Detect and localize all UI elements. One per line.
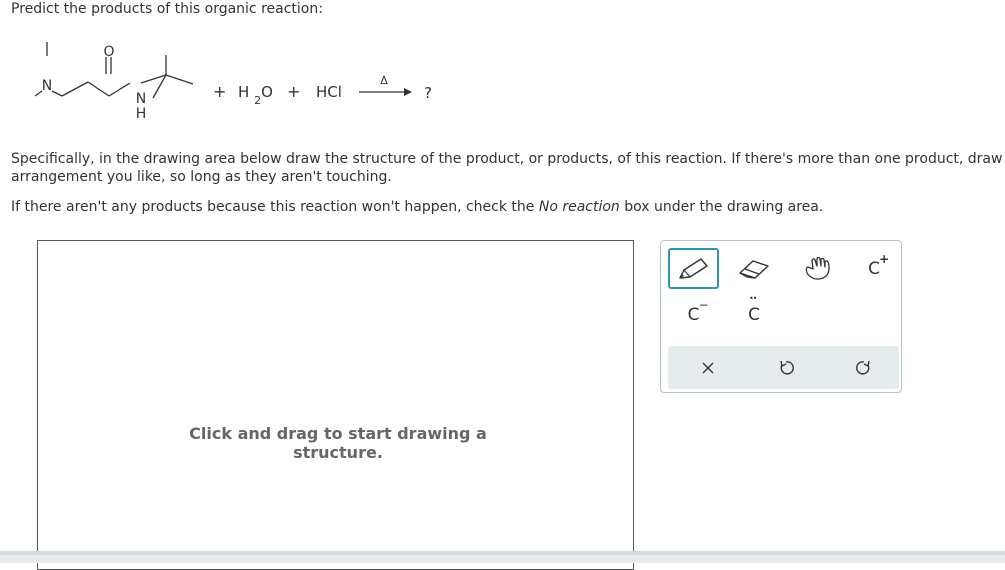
product-unknown: ?: [424, 84, 432, 102]
atom-label-o: O: [103, 44, 114, 60]
carbocation-tool-button[interactable]: C +: [851, 251, 897, 287]
question-prompt: Predict the products of this organic rea…: [11, 1, 323, 17]
action-bar: [668, 346, 899, 389]
plus-sign-1: +: [213, 82, 226, 101]
eraser-tool-button[interactable]: [731, 251, 777, 287]
canvas-hint-line-1: Click and drag to start drawing a: [189, 424, 487, 443]
plus-sign-2: +: [287, 82, 300, 101]
instructions-line-2: arrangement you like, so long as they ar…: [11, 169, 392, 185]
instructions-no-reaction-post: box under the drawing area.: [619, 199, 824, 215]
clear-button[interactable]: [678, 346, 738, 389]
bottom-bar: [0, 551, 1005, 563]
carbanion-tool-button[interactable]: C −: [668, 297, 719, 333]
canvas-hint: Click and drag to start drawing a struct…: [188, 424, 488, 462]
heat-condition: Δ: [380, 74, 388, 87]
carbanion-icon: C −: [687, 298, 709, 325]
eraser-icon: [739, 260, 769, 279]
atom-label-n-top: N: [42, 78, 52, 94]
instructions-no-reaction-pre: If there aren't any products because thi…: [11, 199, 539, 215]
atom-label-n-bottom: N: [136, 91, 146, 107]
carbocation-icon: C +: [868, 252, 890, 279]
undo-button[interactable]: [756, 346, 816, 389]
canvas-hint-line-2: structure.: [293, 443, 383, 462]
lone-pair-icon: •• C: [748, 294, 760, 325]
lone-pair-tool-button[interactable]: •• C: [731, 294, 777, 333]
redo-icon: [856, 360, 870, 375]
reaction-scheme: N O N H + H 2O + HCl Δ ?: [34, 42, 432, 122]
drawing-canvas[interactable]: Click and drag to start drawing a struct…: [37, 240, 634, 570]
instructions-drawing: Specifically, in the drawing area below …: [11, 150, 1002, 186]
drawing-toolbar: C + C − •• C: [660, 240, 902, 393]
pencil-tool-button[interactable]: [668, 248, 719, 289]
reagent-water: H 2O: [238, 83, 273, 107]
redo-button[interactable]: [834, 346, 894, 389]
no-reaction-emphasis: No reaction: [538, 199, 620, 215]
pencil-icon: [678, 257, 708, 279]
atom-label-h: H: [136, 106, 147, 122]
reaction-arrowhead: [404, 88, 412, 96]
reagent-hcl: HCl: [316, 83, 342, 101]
instructions-line-1: Specifically, in the drawing area below …: [11, 151, 1003, 167]
instructions-no-reaction: If there aren't any products because thi…: [11, 198, 823, 216]
undo-icon: [780, 360, 794, 375]
hand-icon: [805, 256, 830, 280]
pan-hand-tool-button[interactable]: [794, 251, 840, 287]
clear-icon: [702, 362, 714, 373]
